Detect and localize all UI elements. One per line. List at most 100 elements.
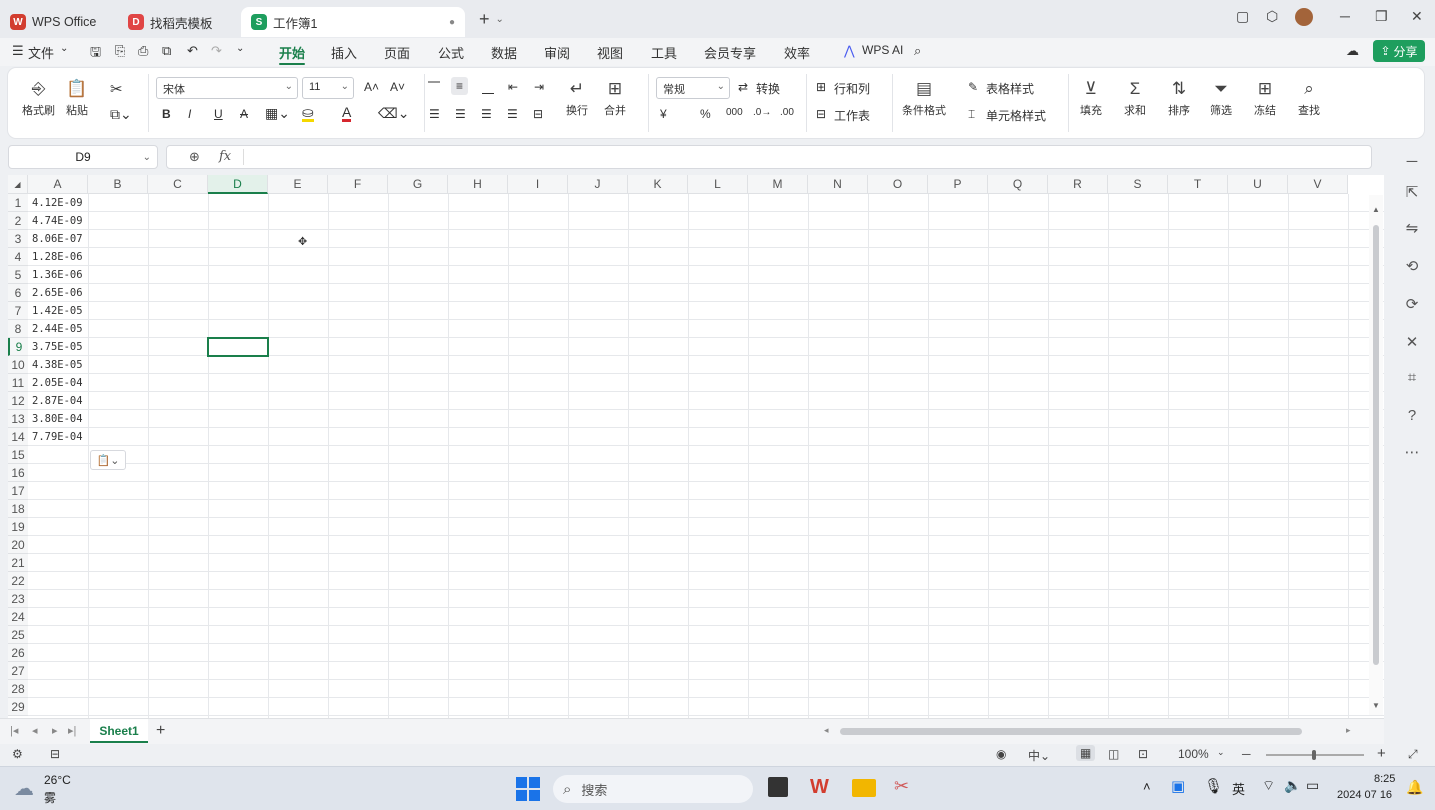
indent-increase-icon[interactable]: ⇥ [534,80,544,94]
tab-home[interactable]: 开始 [279,43,305,62]
zoom-in-button[interactable]: + [1377,745,1386,762]
font-color-icon[interactable]: A [342,105,352,122]
row-header-29[interactable]: 29 [8,698,28,716]
hamburger-icon[interactable]: ☰ [12,43,24,59]
tab-docer-templates[interactable]: D 找稻壳模板 [118,7,233,37]
row-header-16[interactable]: 16 [8,464,28,482]
column-header-l[interactable]: L [688,175,748,194]
collapse-panel-icon[interactable]: ─ [1402,153,1422,170]
tab-data[interactable]: 数据 [491,43,517,62]
column-header-v[interactable]: V [1288,175,1348,194]
copy-icon[interactable]: ⧉⌄ [110,106,132,123]
fullscreen-icon[interactable]: ⤢ [1408,747,1418,762]
microphone-icon[interactable]: 🎙 [1204,777,1223,795]
column-header-g[interactable]: G [388,175,448,194]
app-taskbar-icon[interactable]: ✂ [894,776,909,797]
underline-button[interactable]: U [214,107,223,121]
minimize-icon[interactable]: ─ [1340,8,1350,24]
fx-icon[interactable]: fx [219,149,231,164]
notification-bell-icon[interactable]: 🔔 [1406,779,1423,796]
cell-a11[interactable]: 2.05E-04 [29,374,88,392]
row-header-7[interactable]: 7 [8,302,28,320]
row-header-17[interactable]: 17 [8,482,28,500]
row-header-8[interactable]: 8 [8,320,28,338]
windows-start-icon[interactable] [516,777,540,801]
tab-formula[interactable]: 公式 [438,43,464,62]
cell-a1[interactable]: 4.12E-09 [29,194,88,212]
first-sheet-icon[interactable]: |◂ [10,724,18,737]
rows-cols-button[interactable]: 行和列 [834,80,870,97]
merge-button[interactable]: ⊞ 合并 [604,78,626,118]
prev-sheet-icon[interactable]: ◂ [32,724,38,737]
cell-a5[interactable]: 1.36E-06 [29,266,88,284]
border-icon[interactable]: ▦⌄ [265,105,290,122]
row-header-24[interactable]: 24 [8,608,28,626]
tools-icon[interactable]: ✕ [1402,333,1422,351]
worksheet-button[interactable]: 工作表 [834,107,870,124]
formula-bar[interactable]: ⊕ fx [166,145,1372,169]
wrap-button[interactable]: ↵ 换行 [566,78,588,118]
cell-a4[interactable]: 1.28E-06 [29,248,88,266]
column-header-p[interactable]: P [928,175,988,194]
strikethrough-button[interactable]: A [240,107,248,121]
page-layout-icon[interactable]: ◫ [1108,747,1119,761]
justify-icon[interactable]: ☰ [507,107,518,121]
close-icon[interactable]: ✕ [1411,8,1423,25]
search-icon[interactable]: ⌕ [914,43,921,59]
more-icon[interactable]: ⋯ [1402,443,1422,461]
column-header-a[interactable]: A [28,175,88,194]
scroll-up-icon[interactable]: ▲ [1372,205,1380,214]
align-middle-icon[interactable]: ≡ [451,77,469,95]
table-style-icon[interactable]: ✎ [968,80,978,94]
cell-a3[interactable]: 8.06E-07 [29,230,88,248]
cell-a6[interactable]: 2.65E-06 [29,284,88,302]
cell-a14[interactable]: 7.79E-04 [29,428,88,446]
align-bottom-icon[interactable]: ⎽ [482,80,494,95]
speaker-icon[interactable]: 🔈 [1284,777,1301,794]
zoom-slider[interactable] [1266,750,1364,760]
scroll-thumb[interactable] [1373,225,1379,665]
cell-a9[interactable]: 3.75E-05 [29,338,88,356]
column-header-m[interactable]: M [748,175,808,194]
eye-protection-icon[interactable]: ◉ [996,747,1006,761]
scroll-down-icon[interactable]: ▼ [1372,701,1380,710]
preview-icon[interactable]: ⧉ [162,43,171,59]
backup-icon[interactable]: ⟳ [1402,295,1422,313]
clock-date[interactable]: 2024 07 16 [1337,789,1392,801]
clock-time[interactable]: 8:25 [1374,773,1395,785]
file-menu[interactable]: 文件 [28,43,54,62]
filter-button[interactable]: ⏷ 筛选 [1210,78,1232,118]
row-header-12[interactable]: 12 [8,392,28,410]
column-header-d[interactable]: D [208,175,268,194]
tab-tools[interactable]: 工具 [651,43,677,62]
tab-close-icon[interactable]: ● [449,17,455,28]
more-chevron-icon[interactable]: ⌄ [236,43,244,54]
spreadsheet-grid[interactable]: ◢ A B C D E F G H I J K L M N O P Q R S T U V 1 2 3 4 5 6 7 8 9 10 11 12 1… [8,175,1384,718]
sheet-tab[interactable]: Sheet1 [90,719,148,743]
tab-efficiency[interactable]: 效率 [784,43,810,62]
column-header-u[interactable]: U [1228,175,1288,194]
table-style-button[interactable]: 表格样式 [986,80,1034,97]
row-header-5[interactable]: 5 [8,266,28,284]
cell-a13[interactable]: 3.80E-04 [29,410,88,428]
input-mode-icon[interactable]: 中⌄ [1028,747,1050,764]
row-header-25[interactable]: 25 [8,626,28,644]
rows-cols-icon[interactable]: ⊞ [816,80,826,94]
row-header-27[interactable]: 27 [8,662,28,680]
chevron-down-icon[interactable]: ⌄ [1217,747,1225,758]
zoom-level[interactable]: 100% [1178,747,1209,761]
indent-decrease-icon[interactable]: ⇤ [508,80,518,94]
column-header-k[interactable]: K [628,175,688,194]
bold-button[interactable]: B [162,107,171,121]
new-tab-button[interactable]: + [479,9,490,30]
row-header-10[interactable]: 10 [8,356,28,374]
tray-app-icon[interactable]: ▣ [1171,777,1185,795]
file-explorer-icon[interactable] [852,779,876,797]
avatar[interactable] [1295,8,1313,26]
row-header-23[interactable]: 23 [8,590,28,608]
row-header-22[interactable]: 22 [8,572,28,590]
last-sheet-icon[interactable]: ▸| [68,724,76,737]
row-header-14[interactable]: 14 [8,428,28,446]
weather-icon[interactable]: ☁ [14,776,34,801]
transform-icon[interactable]: ⟲ [1402,257,1422,275]
